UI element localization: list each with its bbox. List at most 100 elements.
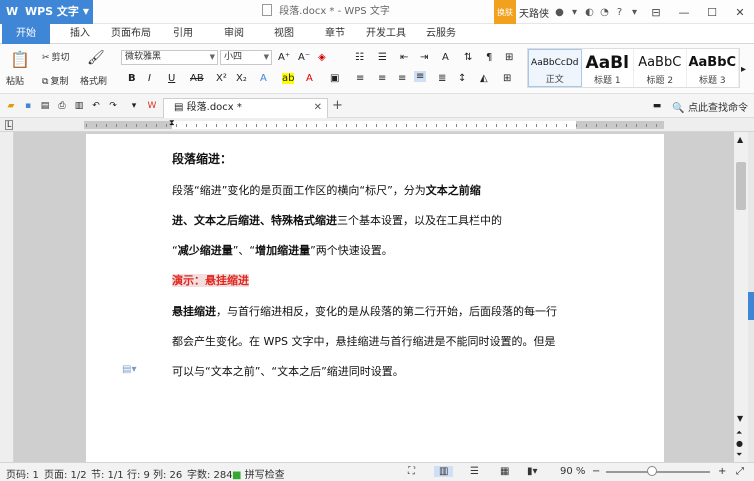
restore-icon[interactable]: ⊟: [642, 0, 670, 24]
justify-button[interactable]: ≡: [414, 71, 427, 82]
show-marks-icon[interactable]: ¶: [486, 52, 492, 63]
font-size-select[interactable]: 小四 ▼: [220, 50, 272, 65]
avatar[interactable]: ●: [552, 0, 567, 24]
text-effect-button[interactable]: A: [260, 73, 267, 84]
chinese-layout-icon[interactable]: A: [442, 52, 449, 63]
border-icon[interactable]: ⊞: [503, 73, 511, 84]
vertical-ruler[interactable]: [0, 132, 14, 462]
scroll-down-icon[interactable]: ▼: [737, 414, 743, 423]
outline-view-icon[interactable]: ☰: [470, 466, 479, 477]
tab-cloud[interactable]: 云服务: [426, 24, 456, 44]
bold-button[interactable]: B: [128, 73, 136, 84]
grid-icon[interactable]: ⊞: [505, 52, 513, 63]
align-center-button[interactable]: ≡: [378, 73, 386, 84]
doc-paragraph-line[interactable]: “减少缩进量”、“增加缩进量”两个快速设置。: [172, 242, 393, 258]
bullet-list-button[interactable]: ☷: [355, 52, 364, 63]
bell-icon[interactable]: ◔: [597, 0, 612, 24]
find-command-box[interactable]: 🔍 点此查找命令: [672, 99, 748, 114]
paragraph-options-icon[interactable]: ▤▾: [122, 364, 136, 375]
select-browse-icon[interactable]: ●: [736, 439, 743, 448]
superscript-button[interactable]: X²: [216, 73, 227, 84]
clear-format-icon[interactable]: ◈: [318, 52, 326, 63]
highlight-button[interactable]: ab: [282, 73, 295, 84]
distributed-button[interactable]: ≣: [438, 73, 446, 84]
close-button[interactable]: ✕: [726, 0, 754, 24]
help-icon[interactable]: ?: [612, 0, 627, 24]
chevron-down-icon[interactable]: ▾: [128, 100, 140, 112]
doc-heading[interactable]: 段落缩进：: [172, 150, 232, 167]
close-icon[interactable]: ✕: [314, 99, 322, 117]
doc-paragraph-line[interactable]: 都会产生变化。在 WPS 文字中，悬挂缩进与首行缩进是不能同时设置的。但是: [172, 333, 555, 349]
style-normal[interactable]: AaBbCcDd 正文: [528, 49, 582, 87]
subscript-button[interactable]: X₂: [236, 73, 247, 84]
tab-insert[interactable]: 插入: [70, 24, 90, 44]
align-right-button[interactable]: ≡: [398, 73, 406, 84]
status-word-count[interactable]: 字数: 284: [187, 466, 233, 481]
spell-check-toggle[interactable]: ■ 拼写检查: [232, 466, 285, 481]
more-styles-icon[interactable]: ▸: [741, 64, 746, 75]
tab-page-layout[interactable]: 页面布局: [111, 24, 151, 44]
doc-paragraph-line[interactable]: 进、文本之后缩进、特殊格式缩进三个基本设置，以及在工具栏中的: [172, 212, 502, 228]
style-heading-3[interactable]: AaBbC 标题 3: [687, 49, 739, 87]
chevron-down-icon[interactable]: ▾: [567, 0, 582, 24]
strikethrough-button[interactable]: AB: [190, 73, 204, 84]
tab-references[interactable]: 引用: [173, 24, 193, 44]
align-left-button[interactable]: ≡: [356, 73, 364, 84]
tab-stop-selector[interactable]: L: [5, 120, 14, 130]
paste-button[interactable]: 粘贴: [6, 74, 24, 87]
username[interactable]: 天路侠: [516, 5, 552, 20]
status-line[interactable]: 行: 9: [127, 466, 150, 481]
zoom-slider[interactable]: [606, 471, 710, 473]
zoom-level[interactable]: 90 %: [560, 466, 585, 477]
export-pdf-icon[interactable]: ▥: [73, 100, 85, 112]
open-icon[interactable]: ▰: [5, 100, 17, 112]
tab-list-icon[interactable]: ▬: [651, 100, 663, 112]
scroll-up-icon[interactable]: ▲: [737, 135, 743, 144]
increase-indent-button[interactable]: ⇥: [420, 52, 428, 63]
save-icon[interactable]: ▪: [22, 100, 34, 112]
new-tab-button[interactable]: +: [332, 98, 343, 113]
web-view-icon[interactable]: ▦: [500, 466, 509, 477]
underline-button[interactable]: U: [168, 73, 175, 84]
next-page-icon[interactable]: ⏷: [736, 450, 742, 460]
wps-home-icon[interactable]: W: [146, 100, 158, 112]
italic-button[interactable]: I: [148, 73, 151, 84]
numbered-list-button[interactable]: ☰: [378, 52, 387, 63]
status-column[interactable]: 列: 26: [153, 466, 182, 481]
minimize-button[interactable]: —: [670, 0, 698, 24]
maximize-button[interactable]: ☐: [698, 0, 726, 24]
print-preview-icon[interactable]: ▤: [39, 100, 51, 112]
demo-label[interactable]: 演示：悬挂缩进: [172, 272, 249, 288]
char-border-icon[interactable]: ▣: [330, 73, 339, 84]
status-pages[interactable]: 页面: 1/2: [44, 466, 87, 481]
scrollbar-thumb[interactable]: [736, 162, 746, 210]
chevron-down-icon[interactable]: ▾: [627, 0, 642, 24]
redo-icon[interactable]: ↷: [107, 100, 119, 112]
tab-section[interactable]: 章节: [325, 24, 345, 44]
doc-paragraph-line[interactable]: 可以与“文本之前”、“文本之后”缩进同时设置。: [172, 363, 404, 379]
grow-font-button[interactable]: A⁺: [278, 52, 290, 63]
undo-icon[interactable]: ↶: [90, 100, 102, 112]
style-heading-2[interactable]: AaBbC 标题 2: [634, 49, 687, 87]
decrease-indent-button[interactable]: ⇤: [400, 52, 408, 63]
skin-button[interactable]: 换肤: [494, 0, 516, 24]
copy-button[interactable]: ⧉ 复制: [42, 74, 68, 87]
line-spacing-icon[interactable]: ↕: [458, 73, 466, 84]
font-color-button[interactable]: A: [306, 73, 313, 84]
shield-icon[interactable]: ◐: [582, 0, 597, 24]
prev-page-icon[interactable]: ⏶: [736, 428, 742, 438]
shrink-font-button[interactable]: A⁻: [298, 52, 310, 63]
paste-icon[interactable]: 📋: [10, 50, 30, 69]
cut-button[interactable]: ✂ 剪切: [42, 50, 70, 63]
indent-marker[interactable]: ⧗: [169, 118, 175, 128]
style-heading-1[interactable]: AaBl 标题 1: [582, 49, 634, 87]
read-mode-icon[interactable]: ▮▾: [527, 466, 538, 477]
status-section[interactable]: 节: 1/1: [91, 466, 124, 481]
status-page-number[interactable]: 页码: 1: [6, 466, 39, 481]
zoom-out-icon[interactable]: −: [592, 466, 600, 477]
shading-icon[interactable]: ◭: [480, 73, 488, 84]
doc-paragraph-line[interactable]: 悬挂缩进，与首行缩进相反，变化的是从段落的第二行开始，后面段落的每一行: [172, 303, 557, 319]
app-menu-button[interactable]: W WPS 文字 ▼: [0, 0, 93, 24]
font-name-select[interactable]: 微软雅黑 ▼: [121, 50, 218, 65]
fit-window-icon[interactable]: ⤢: [736, 466, 744, 477]
